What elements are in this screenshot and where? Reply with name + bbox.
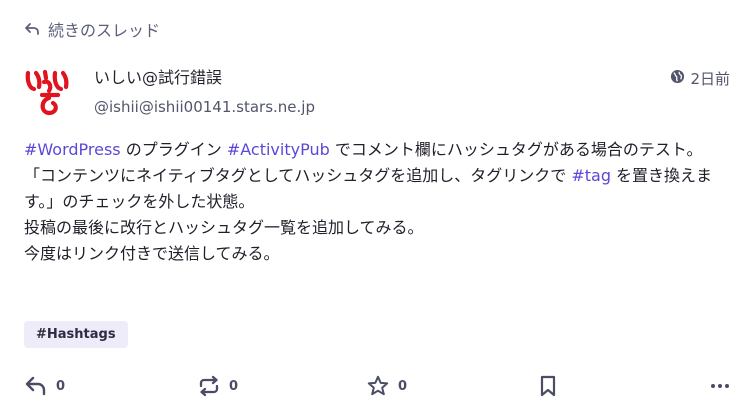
content-paragraph: 今度はリンク付きで送信してみる。 [24,244,280,263]
content-paragraph: #WordPress のプラグイン #ActivityPub でコメント欄にハッ… [24,137,724,163]
star-icon [366,374,390,398]
hashtag-link[interactable]: #tag [571,166,611,185]
status-content: #WordPress のプラグイン #ActivityPub でコメント欄にハッ… [24,137,724,267]
reply-count: 0 [56,378,66,394]
content-paragraph: 「コンテンツにネイティブタグとしてハッシュタグを追加し、タグリンクで #tag … [24,163,724,215]
boost-button[interactable]: 0 [197,371,238,401]
thread-label: 続きのスレッド [48,21,161,40]
favourite-button[interactable]: 0 [366,371,407,401]
boost-icon [197,374,221,398]
hashtag-link[interactable]: #ActivityPub [227,140,330,159]
more-button[interactable] [708,371,732,401]
globe-icon [670,69,685,88]
content-text: でコメント欄にハッシュタグがある場合のテスト。 [329,140,703,159]
status-meta[interactable]: 2日前 [670,68,730,89]
account-handle: @ishii@ishii00141.stars.ne.jp [94,98,315,116]
display-name[interactable]: いしい@試行錯誤 [94,67,315,89]
reply-icon [24,374,48,398]
content-text: 「コンテンツにネイティブタグとしてハッシュタグを追加し、タグリンクで [24,166,572,185]
hashtag-link[interactable]: #WordPress [24,140,121,159]
author-names[interactable]: いしい@試行錯誤 @ishii@ishii00141.stars.ne.jp [94,67,315,118]
status-header: いしい@試行錯誤 @ishii@ishii00141.stars.ne.jp 2… [24,64,730,120]
hashtag-chip[interactable]: #Hashtags [24,321,128,348]
reply-arrow-icon [24,21,40,37]
avatar[interactable] [24,64,78,118]
boost-count: 0 [229,378,239,394]
hashtag-bar: #Hashtags [24,321,128,348]
favourite-count: 0 [398,378,408,394]
thread-link[interactable]: 続きのスレッド [24,17,160,41]
bookmark-icon [536,374,560,398]
more-horizontal-icon [708,374,732,398]
status-post: 続きのスレッド いしい@試行錯誤 @ishii@ishii00141.stars… [0,0,750,420]
bookmark-button[interactable] [536,371,560,401]
content-paragraph: 投稿の最後に改行とハッシュタグ一覧を追加してみる。 [24,218,424,237]
action-bar: 0 0 0 [24,371,732,401]
reply-button[interactable]: 0 [24,371,65,401]
content-text: のプラグイン [120,140,227,159]
relative-time[interactable]: 2日前 [690,68,730,89]
